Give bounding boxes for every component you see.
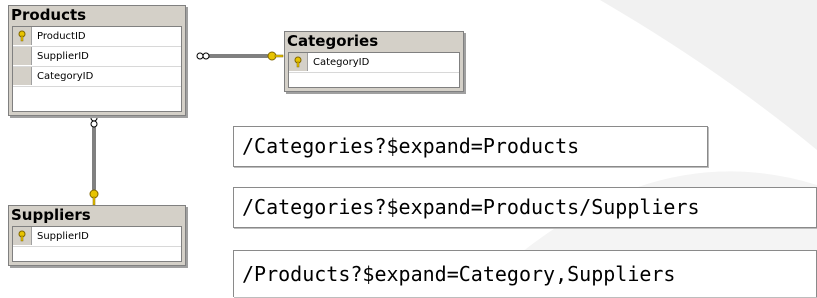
field-row[interactable]: SupplierID	[13, 47, 181, 67]
suppliers-table[interactable]: Suppliers SupplierID	[8, 205, 186, 266]
field-name: SupplierID	[37, 51, 89, 62]
relationship-products-suppliers	[89, 114, 99, 206]
query-text: /Categories?$expand=Products/Suppliers	[242, 195, 700, 219]
products-table[interactable]: Products ProductID SupplierID CategoryID	[8, 5, 186, 116]
field-row[interactable]: CategoryID	[289, 53, 459, 73]
primary-key-icon	[18, 230, 26, 242]
query-text: /Categories?$expand=Products	[242, 134, 580, 158]
table-title: Suppliers	[11, 206, 91, 224]
query-box[interactable]: /Products?$expand=Category,Suppliers	[233, 250, 817, 297]
categories-table[interactable]: Categories CategoryID	[284, 31, 464, 92]
field-name: CategoryID	[37, 71, 94, 82]
primary-key-icon	[294, 56, 302, 68]
table-title: Products	[11, 6, 87, 24]
query-text: /Products?$expand=Category,Suppliers	[242, 262, 676, 286]
table-fields: CategoryID	[288, 52, 460, 88]
table-fields: SupplierID	[12, 226, 182, 262]
key-icon	[89, 189, 99, 206]
key-icon	[267, 51, 284, 61]
infinity-icon	[196, 52, 210, 60]
field-name: SupplierID	[37, 231, 89, 242]
query-box[interactable]: /Categories?$expand=Products/Suppliers	[233, 187, 817, 228]
query-box[interactable]: /Categories?$expand=Products	[233, 126, 708, 167]
relationship-products-categories	[196, 51, 284, 61]
primary-key-icon	[18, 30, 26, 42]
table-fields: ProductID SupplierID CategoryID	[12, 26, 182, 112]
infinity-icon	[90, 114, 98, 128]
table-title: Categories	[287, 32, 379, 50]
field-name: CategoryID	[313, 57, 370, 68]
field-row[interactable]: CategoryID	[13, 67, 181, 87]
field-row[interactable]: ProductID	[13, 27, 181, 47]
field-row[interactable]: SupplierID	[13, 227, 181, 247]
field-name: ProductID	[37, 31, 86, 42]
